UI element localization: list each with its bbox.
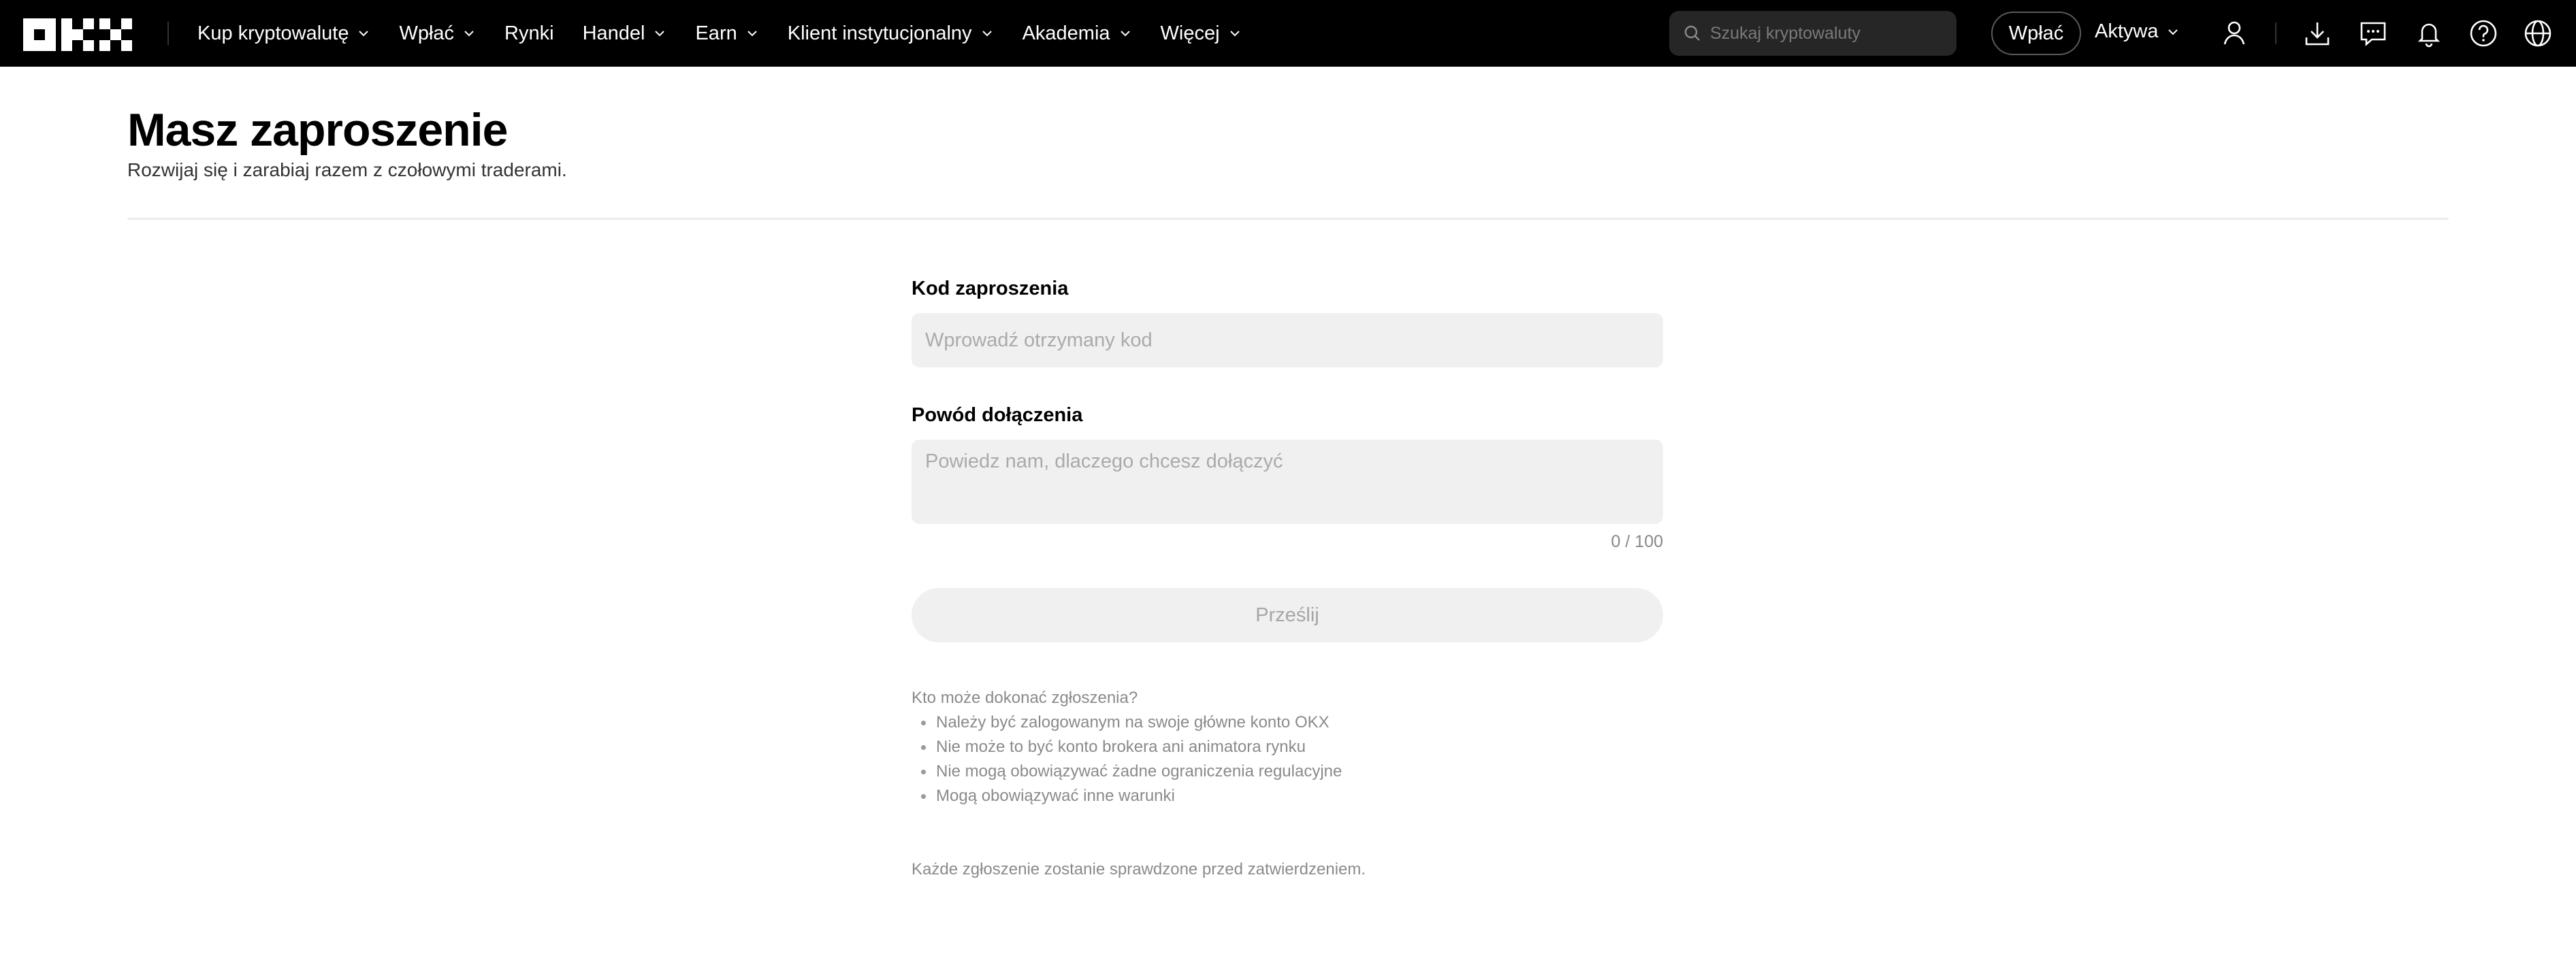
chevron-down-icon — [2168, 29, 2178, 35]
nav-markets[interactable]: Rynki — [504, 22, 554, 45]
chevron-down-icon — [747, 31, 757, 37]
chevron-down-icon — [359, 31, 369, 37]
join-reason-label: Powód dołączenia — [912, 404, 1083, 426]
review-note: Każde zgłoszenie zostanie sprawdzone prz… — [912, 860, 1366, 878]
nav-item-label: Więcej — [1160, 22, 1220, 44]
header-divider — [127, 218, 2449, 220]
submit-button[interactable]: Prześlij — [912, 588, 1663, 642]
page-subtitle: Rozwijaj się i zarabiaj razem z czołowym… — [127, 159, 567, 180]
search-icon — [1684, 25, 1700, 41]
nav-trade[interactable]: Handel — [583, 22, 667, 45]
nav-item-label: Earn — [695, 22, 737, 44]
help-icon[interactable] — [2468, 18, 2498, 48]
page-title: Masz zaproszenie — [127, 104, 508, 156]
user-icon[interactable] — [2219, 18, 2249, 48]
nav-more[interactable]: Więcej — [1161, 22, 1242, 45]
bell-icon[interactable] — [2414, 18, 2444, 48]
search-input[interactable] — [1710, 23, 1942, 44]
assets-label: Aktywa — [2095, 20, 2159, 42]
eligibility-list: Należy być zalogowanym na swoje główne k… — [912, 710, 1342, 808]
nav-item-label: Klient instytucjonalny — [787, 22, 972, 44]
search-box[interactable] — [1669, 11, 1957, 56]
nav-item-label: Wpłać — [399, 22, 455, 44]
main-menu: Kup kryptowalutę Wpłać Rynki Handel Earn… — [197, 0, 1270, 67]
nav-institutional[interactable]: Klient instytucjonalny — [788, 22, 994, 45]
invite-code-input[interactable] — [912, 313, 1663, 367]
deposit-button[interactable]: Wpłać — [1991, 12, 2081, 55]
nav-buy-crypto[interactable]: Kup kryptowalutę — [197, 22, 370, 45]
logo-divider — [167, 22, 169, 45]
list-item: Należy być zalogowanym na swoje główne k… — [912, 710, 1342, 735]
assets-menu[interactable]: Aktywa — [2095, 20, 2180, 43]
nav-deposit[interactable]: Wpłać — [399, 22, 476, 45]
invite-code-label: Kod zaproszenia — [912, 278, 1069, 299]
top-navigation-bar: Kup kryptowalutę Wpłać Rynki Handel Earn… — [0, 0, 2576, 67]
nav-item-label: Rynki — [504, 22, 554, 44]
eligibility-heading: Kto może dokonać zgłoszenia? — [912, 689, 1138, 707]
join-reason-textarea[interactable] — [912, 440, 1663, 524]
chevron-down-icon — [464, 31, 474, 37]
icon-divider — [2275, 22, 2276, 44]
list-item: Mogą obowiązywać inne warunki — [912, 784, 1342, 808]
list-item: Nie mogą obowiązywać żadne ograniczenia … — [912, 759, 1342, 784]
download-icon[interactable] — [2302, 18, 2332, 48]
nav-earn[interactable]: Earn — [695, 22, 758, 45]
nav-item-label: Kup kryptowalutę — [197, 22, 349, 44]
list-item: Nie może to być konto brokera ani animat… — [912, 735, 1342, 759]
okx-logo[interactable] — [23, 18, 132, 51]
chat-icon[interactable] — [2358, 18, 2388, 48]
chevron-down-icon — [1229, 31, 1240, 37]
chevron-down-icon — [1120, 31, 1130, 37]
globe-icon[interactable] — [2523, 18, 2553, 48]
nav-item-label: Handel — [582, 22, 645, 44]
nav-item-label: Akademia — [1022, 22, 1110, 44]
chevron-down-icon — [982, 31, 992, 37]
nav-academy[interactable]: Akademia — [1023, 22, 1132, 45]
chevron-down-icon — [655, 31, 665, 37]
character-counter: 0 / 100 — [1611, 532, 1663, 551]
